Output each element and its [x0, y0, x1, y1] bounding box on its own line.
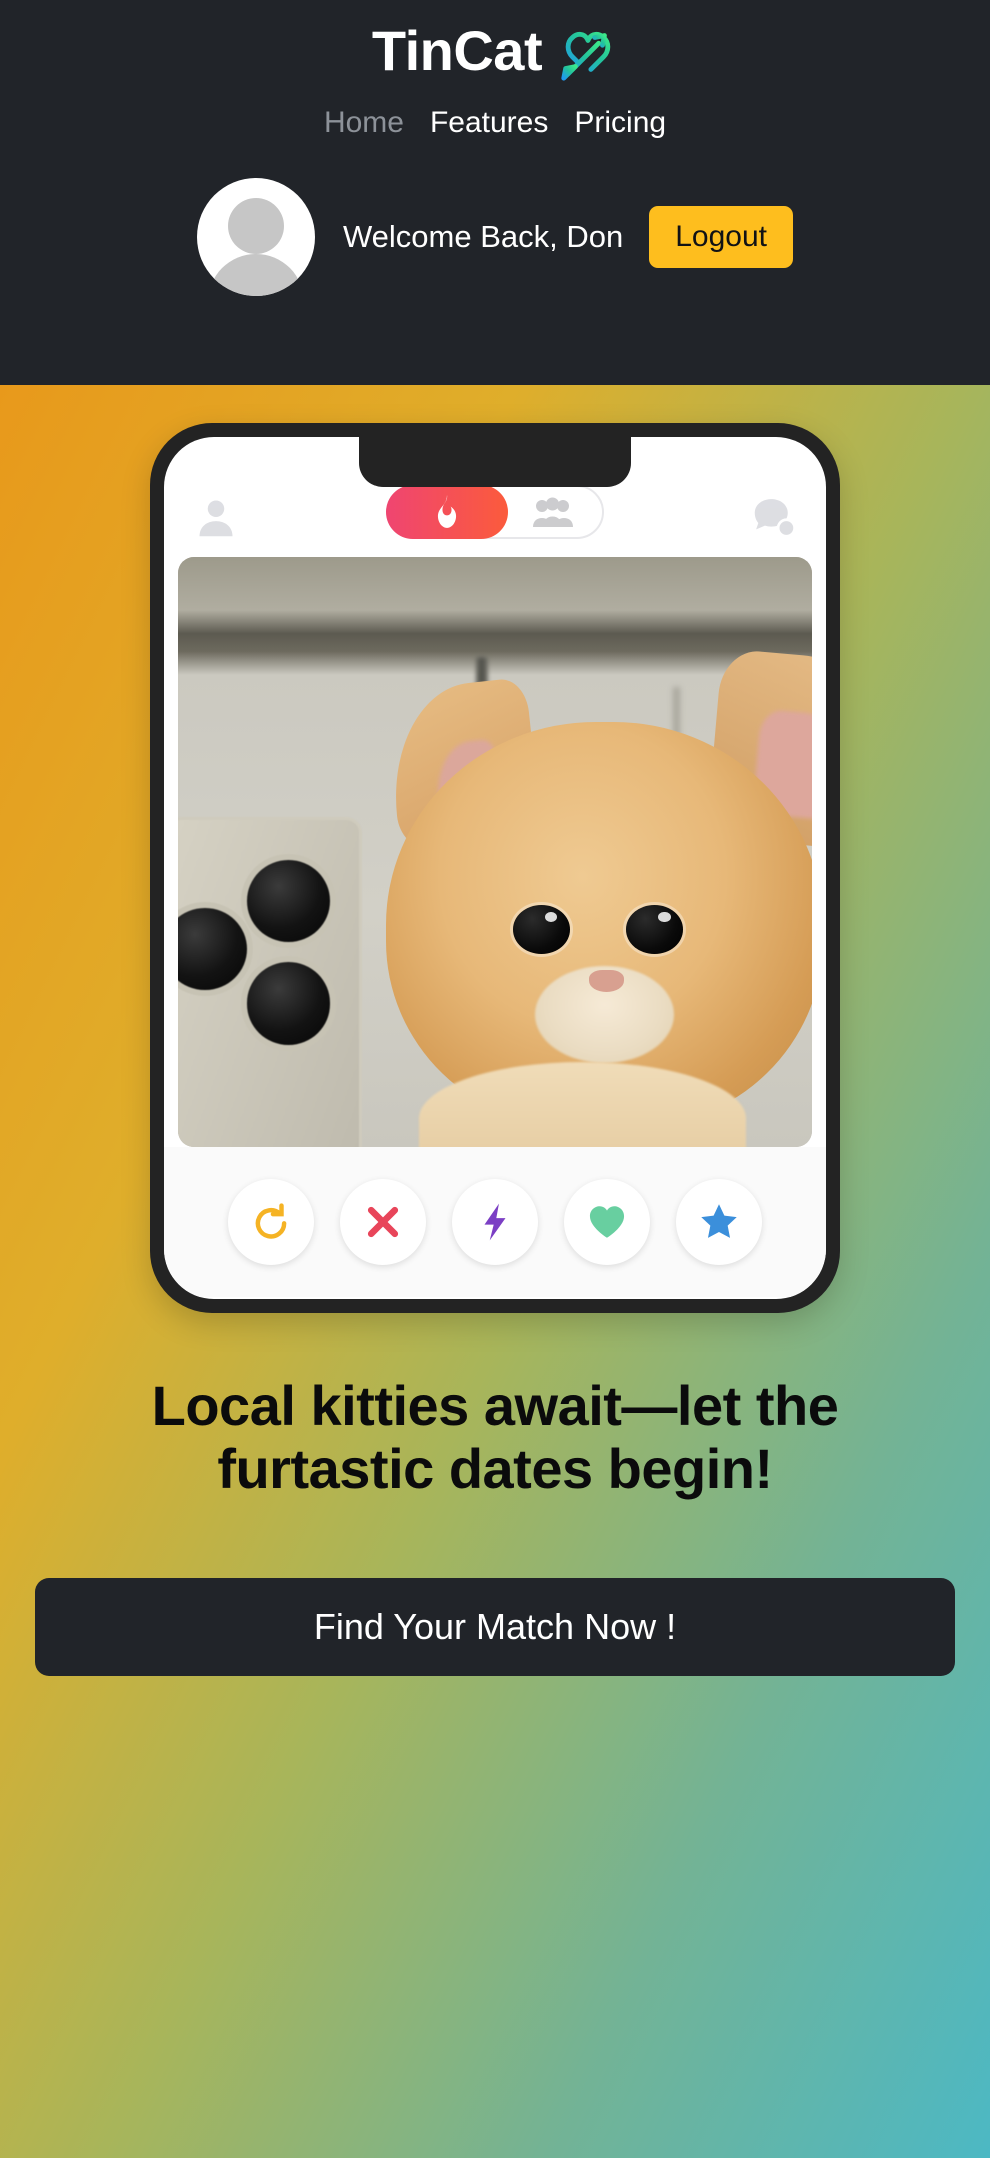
- profile-photo: [178, 557, 812, 1147]
- photo-camera-lens: [178, 901, 253, 996]
- nav-item-home[interactable]: Home: [324, 108, 404, 138]
- action-bar: [164, 1147, 826, 1297]
- chat-bubble-icon[interactable]: [752, 495, 796, 539]
- main-nav: Home Features Pricing: [324, 108, 666, 138]
- photo-phone-object: [178, 816, 362, 1147]
- people-icon[interactable]: [532, 497, 574, 527]
- mode-toggle[interactable]: [386, 485, 604, 539]
- hero-section: Local kitties await—let the furtastic da…: [0, 385, 990, 2158]
- user-bar: Welcome Back, Don Logout: [196, 178, 794, 296]
- photo-camera-lens: [240, 853, 337, 948]
- profile-icon[interactable]: [194, 495, 238, 539]
- flame-icon[interactable]: [386, 485, 508, 539]
- superlike-button[interactable]: [676, 1179, 762, 1265]
- nav-item-pricing[interactable]: Pricing: [574, 108, 666, 138]
- nav-item-features[interactable]: Features: [430, 108, 548, 138]
- like-button[interactable]: [564, 1179, 650, 1265]
- site-header: TinCat Home Features Pricing Welcome Bac…: [0, 0, 990, 385]
- kitten-eye: [626, 904, 684, 954]
- hero-headline: Local kitties await—let the furtastic da…: [151, 1374, 839, 1500]
- phone-screen: [164, 437, 826, 1299]
- page-root: TinCat Home Features Pricing Welcome Bac…: [0, 0, 990, 2158]
- find-match-button[interactable]: Find Your Match Now !: [35, 1577, 955, 1676]
- brand-name: TinCat: [371, 19, 543, 82]
- phone-mockup: [150, 423, 840, 1313]
- avatar-head: [227, 198, 284, 254]
- avatar-body: [207, 254, 304, 296]
- phone-notch: [359, 437, 631, 487]
- heart-mars-icon: [556, 22, 618, 84]
- boost-button[interactable]: [452, 1179, 538, 1265]
- user-avatar-icon[interactable]: [196, 178, 315, 296]
- profile-card[interactable]: [178, 557, 812, 1147]
- photo-camera-lens: [240, 956, 337, 1051]
- rewind-button[interactable]: [228, 1179, 314, 1265]
- photo-kitten: [343, 648, 812, 1147]
- kitten-eye: [512, 904, 570, 954]
- nope-button[interactable]: [340, 1179, 426, 1265]
- welcome-text: Welcome Back, Don: [342, 219, 624, 254]
- logout-button[interactable]: Logout: [649, 206, 794, 268]
- brand[interactable]: TinCat: [372, 18, 618, 84]
